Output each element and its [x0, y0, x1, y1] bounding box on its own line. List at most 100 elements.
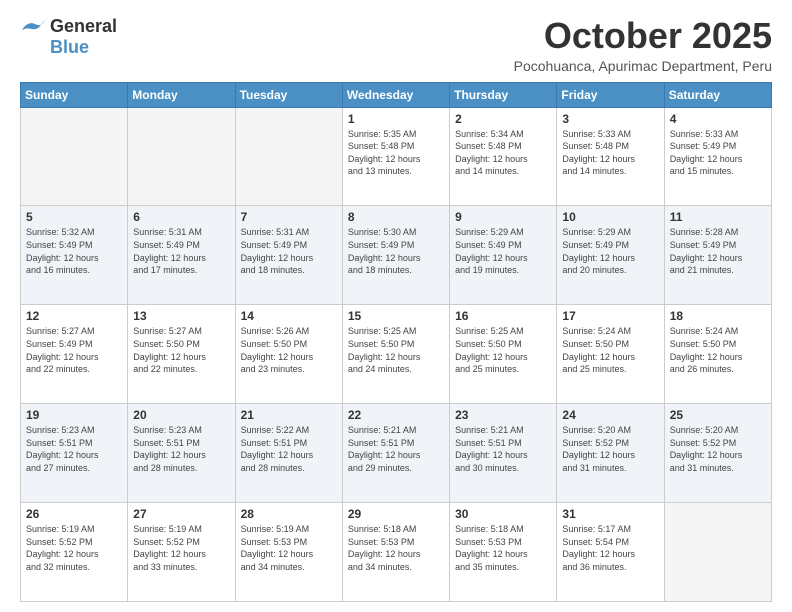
- calendar-day-cell: [21, 107, 128, 206]
- calendar-day-cell: 16Sunrise: 5:25 AMSunset: 5:50 PMDayligh…: [450, 305, 557, 404]
- day-number: 31: [562, 507, 658, 521]
- day-number: 27: [133, 507, 229, 521]
- calendar-day-cell: 19Sunrise: 5:23 AMSunset: 5:51 PMDayligh…: [21, 404, 128, 503]
- logo-text-blue: Blue: [20, 37, 89, 58]
- location-subtitle: Pocohuanca, Apurimac Department, Peru: [514, 58, 772, 74]
- day-info: Sunrise: 5:20 AMSunset: 5:52 PMDaylight:…: [670, 424, 766, 474]
- calendar-day-cell: 12 Sunrise: 5:27 AMSunset: 5:49 PMDayligh…: [21, 305, 128, 404]
- calendar-day-cell: 4 Sunrise: 5:33 AMSunset: 5:49 PMDaylight…: [664, 107, 771, 206]
- calendar-week-row: 19Sunrise: 5:23 AMSunset: 5:51 PMDayligh…: [21, 404, 772, 503]
- day-number: 15: [348, 309, 444, 323]
- calendar-header-row: Sunday Monday Tuesday Wednesday Thursday…: [21, 82, 772, 107]
- page: General Blue October 2025 Pocohuanca, Ap…: [0, 0, 792, 612]
- calendar-day-cell: 28 Sunrise: 5:19 AMSunset: 5:53 PMDayligh…: [235, 503, 342, 602]
- day-number: 26: [26, 507, 122, 521]
- day-number: 30: [455, 507, 551, 521]
- calendar-day-cell: [235, 107, 342, 206]
- day-info: Sunrise: 5:33 AMSunset: 5:49 PMDaylight:…: [670, 128, 766, 178]
- day-number: 7: [241, 210, 337, 224]
- day-info: Sunrise: 5:18 AMSunset: 5:53 PMDaylight:…: [348, 523, 444, 573]
- calendar-day-cell: 22 Sunrise: 5:21 AMSunset: 5:51 PMDayligh…: [342, 404, 449, 503]
- day-number: 25: [670, 408, 766, 422]
- day-number: 9: [455, 210, 551, 224]
- day-info: Sunrise: 5:17 AMSunset: 5:54 PMDaylight:…: [562, 523, 658, 573]
- day-number: 19: [26, 408, 122, 422]
- day-number: 24: [562, 408, 658, 422]
- calendar-day-cell: 2 Sunrise: 5:34 AMSunset: 5:48 PMDaylight…: [450, 107, 557, 206]
- logo-text-general: General: [50, 16, 117, 37]
- col-monday: Monday: [128, 82, 235, 107]
- day-info: Sunrise: 5:31 AMSunset: 5:49 PMDaylight:…: [133, 226, 229, 276]
- day-number: 28: [241, 507, 337, 521]
- calendar-day-cell: 15 Sunrise: 5:25 AMSunset: 5:50 PMDayligh…: [342, 305, 449, 404]
- day-number: 11: [670, 210, 766, 224]
- day-number: 10: [562, 210, 658, 224]
- header: General Blue October 2025 Pocohuanca, Ap…: [20, 16, 772, 74]
- day-number: 20: [133, 408, 229, 422]
- day-number: 2: [455, 112, 551, 126]
- day-number: 21: [241, 408, 337, 422]
- title-block: October 2025 Pocohuanca, Apurimac Depart…: [514, 16, 772, 74]
- logo-icon: [20, 16, 48, 34]
- col-wednesday: Wednesday: [342, 82, 449, 107]
- calendar-day-cell: 6 Sunrise: 5:31 AMSunset: 5:49 PMDaylight…: [128, 206, 235, 305]
- logo: General Blue: [20, 16, 117, 58]
- calendar-day-cell: 25 Sunrise: 5:20 AMSunset: 5:52 PMDayligh…: [664, 404, 771, 503]
- calendar-day-cell: 13Sunrise: 5:27 AMSunset: 5:50 PMDayligh…: [128, 305, 235, 404]
- day-info: Sunrise: 5:22 AMSunset: 5:51 PMDaylight:…: [241, 424, 337, 474]
- calendar-day-cell: 31 Sunrise: 5:17 AMSunset: 5:54 PMDayligh…: [557, 503, 664, 602]
- calendar-week-row: 1Sunrise: 5:35 AMSunset: 5:48 PMDaylight…: [21, 107, 772, 206]
- day-number: 23: [455, 408, 551, 422]
- day-info: Sunrise: 5:20 AMSunset: 5:52 PMDaylight:…: [562, 424, 658, 474]
- day-info: Sunrise: 5:35 AMSunset: 5:48 PMDaylight:…: [348, 128, 444, 178]
- calendar-day-cell: 24 Sunrise: 5:20 AMSunset: 5:52 PMDayligh…: [557, 404, 664, 503]
- calendar-day-cell: 7Sunrise: 5:31 AMSunset: 5:49 PMDaylight…: [235, 206, 342, 305]
- calendar-day-cell: 30 Sunrise: 5:18 AMSunset: 5:53 PMDayligh…: [450, 503, 557, 602]
- calendar-week-row: 5 Sunrise: 5:32 AMSunset: 5:49 PMDaylight…: [21, 206, 772, 305]
- calendar-day-cell: 8Sunrise: 5:30 AMSunset: 5:49 PMDaylight…: [342, 206, 449, 305]
- day-info: Sunrise: 5:27 AMSunset: 5:49 PMDaylight:…: [26, 325, 122, 375]
- day-info: Sunrise: 5:32 AMSunset: 5:49 PMDaylight:…: [26, 226, 122, 276]
- calendar-day-cell: 5 Sunrise: 5:32 AMSunset: 5:49 PMDaylight…: [21, 206, 128, 305]
- calendar-day-cell: 9 Sunrise: 5:29 AMSunset: 5:49 PMDaylight…: [450, 206, 557, 305]
- day-info: Sunrise: 5:29 AMSunset: 5:49 PMDaylight:…: [455, 226, 551, 276]
- calendar-day-cell: [664, 503, 771, 602]
- day-number: 22: [348, 408, 444, 422]
- day-number: 17: [562, 309, 658, 323]
- day-info: Sunrise: 5:19 AMSunset: 5:53 PMDaylight:…: [241, 523, 337, 573]
- day-number: 4: [670, 112, 766, 126]
- col-friday: Friday: [557, 82, 664, 107]
- calendar-week-row: 26Sunrise: 5:19 AMSunset: 5:52 PMDayligh…: [21, 503, 772, 602]
- calendar-day-cell: 29 Sunrise: 5:18 AMSunset: 5:53 PMDayligh…: [342, 503, 449, 602]
- calendar-day-cell: 21 Sunrise: 5:22 AMSunset: 5:51 PMDayligh…: [235, 404, 342, 503]
- day-info: Sunrise: 5:21 AMSunset: 5:51 PMDaylight:…: [455, 424, 551, 474]
- day-number: 18: [670, 309, 766, 323]
- calendar-day-cell: 3Sunrise: 5:33 AMSunset: 5:48 PMDaylight…: [557, 107, 664, 206]
- day-number: 13: [133, 309, 229, 323]
- day-info: Sunrise: 5:18 AMSunset: 5:53 PMDaylight:…: [455, 523, 551, 573]
- day-info: Sunrise: 5:34 AMSunset: 5:48 PMDaylight:…: [455, 128, 551, 178]
- calendar-day-cell: 20Sunrise: 5:23 AMSunset: 5:51 PMDayligh…: [128, 404, 235, 503]
- month-title: October 2025: [514, 16, 772, 56]
- col-sunday: Sunday: [21, 82, 128, 107]
- day-info: Sunrise: 5:24 AMSunset: 5:50 PMDaylight:…: [670, 325, 766, 375]
- calendar-day-cell: 26Sunrise: 5:19 AMSunset: 5:52 PMDayligh…: [21, 503, 128, 602]
- day-number: 5: [26, 210, 122, 224]
- day-number: 29: [348, 507, 444, 521]
- calendar-day-cell: 11 Sunrise: 5:28 AMSunset: 5:49 PMDayligh…: [664, 206, 771, 305]
- calendar-week-row: 12 Sunrise: 5:27 AMSunset: 5:49 PMDayligh…: [21, 305, 772, 404]
- day-info: Sunrise: 5:28 AMSunset: 5:49 PMDaylight:…: [670, 226, 766, 276]
- day-info: Sunrise: 5:21 AMSunset: 5:51 PMDaylight:…: [348, 424, 444, 474]
- day-info: Sunrise: 5:30 AMSunset: 5:49 PMDaylight:…: [348, 226, 444, 276]
- col-thursday: Thursday: [450, 82, 557, 107]
- calendar-body: 1Sunrise: 5:35 AMSunset: 5:48 PMDaylight…: [21, 107, 772, 601]
- day-info: Sunrise: 5:33 AMSunset: 5:48 PMDaylight:…: [562, 128, 658, 178]
- day-info: Sunrise: 5:26 AMSunset: 5:50 PMDaylight:…: [241, 325, 337, 375]
- day-number: 6: [133, 210, 229, 224]
- calendar-day-cell: [128, 107, 235, 206]
- calendar-day-cell: 27Sunrise: 5:19 AMSunset: 5:52 PMDayligh…: [128, 503, 235, 602]
- day-number: 12: [26, 309, 122, 323]
- day-info: Sunrise: 5:25 AMSunset: 5:50 PMDaylight:…: [348, 325, 444, 375]
- day-info: Sunrise: 5:25 AMSunset: 5:50 PMDaylight:…: [455, 325, 551, 375]
- calendar-day-cell: 18 Sunrise: 5:24 AMSunset: 5:50 PMDayligh…: [664, 305, 771, 404]
